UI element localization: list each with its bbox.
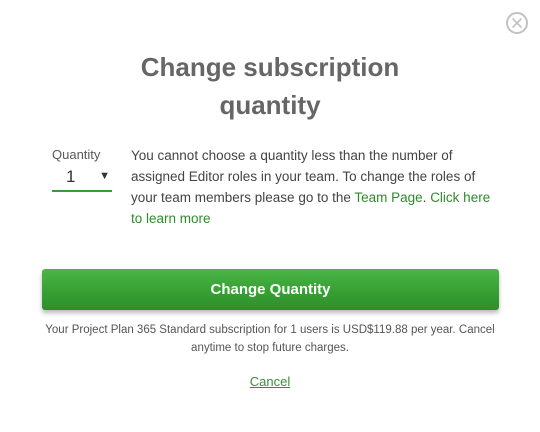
- cancel-link[interactable]: Cancel: [250, 374, 290, 389]
- caret-down-icon: ▼: [99, 170, 110, 182]
- quantity-select[interactable]: 1 ▼: [52, 166, 112, 192]
- change-quantity-dialog: Change subscription quantity Quantity 1 …: [0, 0, 540, 432]
- dialog-title-line-1: Change subscription: [140, 52, 400, 82]
- quantity-field: Quantity 1 ▼: [52, 146, 112, 192]
- dialog-title-line-2: quantity: [219, 90, 321, 120]
- quantity-label: Quantity: [52, 147, 101, 162]
- subscription-notice: Your Project Plan 365 Standard subscript…: [45, 324, 495, 354]
- info-message: You cannot choose a quantity less than t…: [131, 145, 503, 229]
- cancel-link-container: Cancel: [0, 373, 540, 391]
- dialog-title: Change subscription quantity: [0, 48, 540, 124]
- team-page-link[interactable]: Team Page: [354, 190, 422, 205]
- close-icon: [512, 18, 522, 28]
- quantity-selected-value: 1: [66, 167, 76, 186]
- change-quantity-button[interactable]: Change Quantity: [42, 269, 499, 310]
- close-button[interactable]: [506, 12, 528, 34]
